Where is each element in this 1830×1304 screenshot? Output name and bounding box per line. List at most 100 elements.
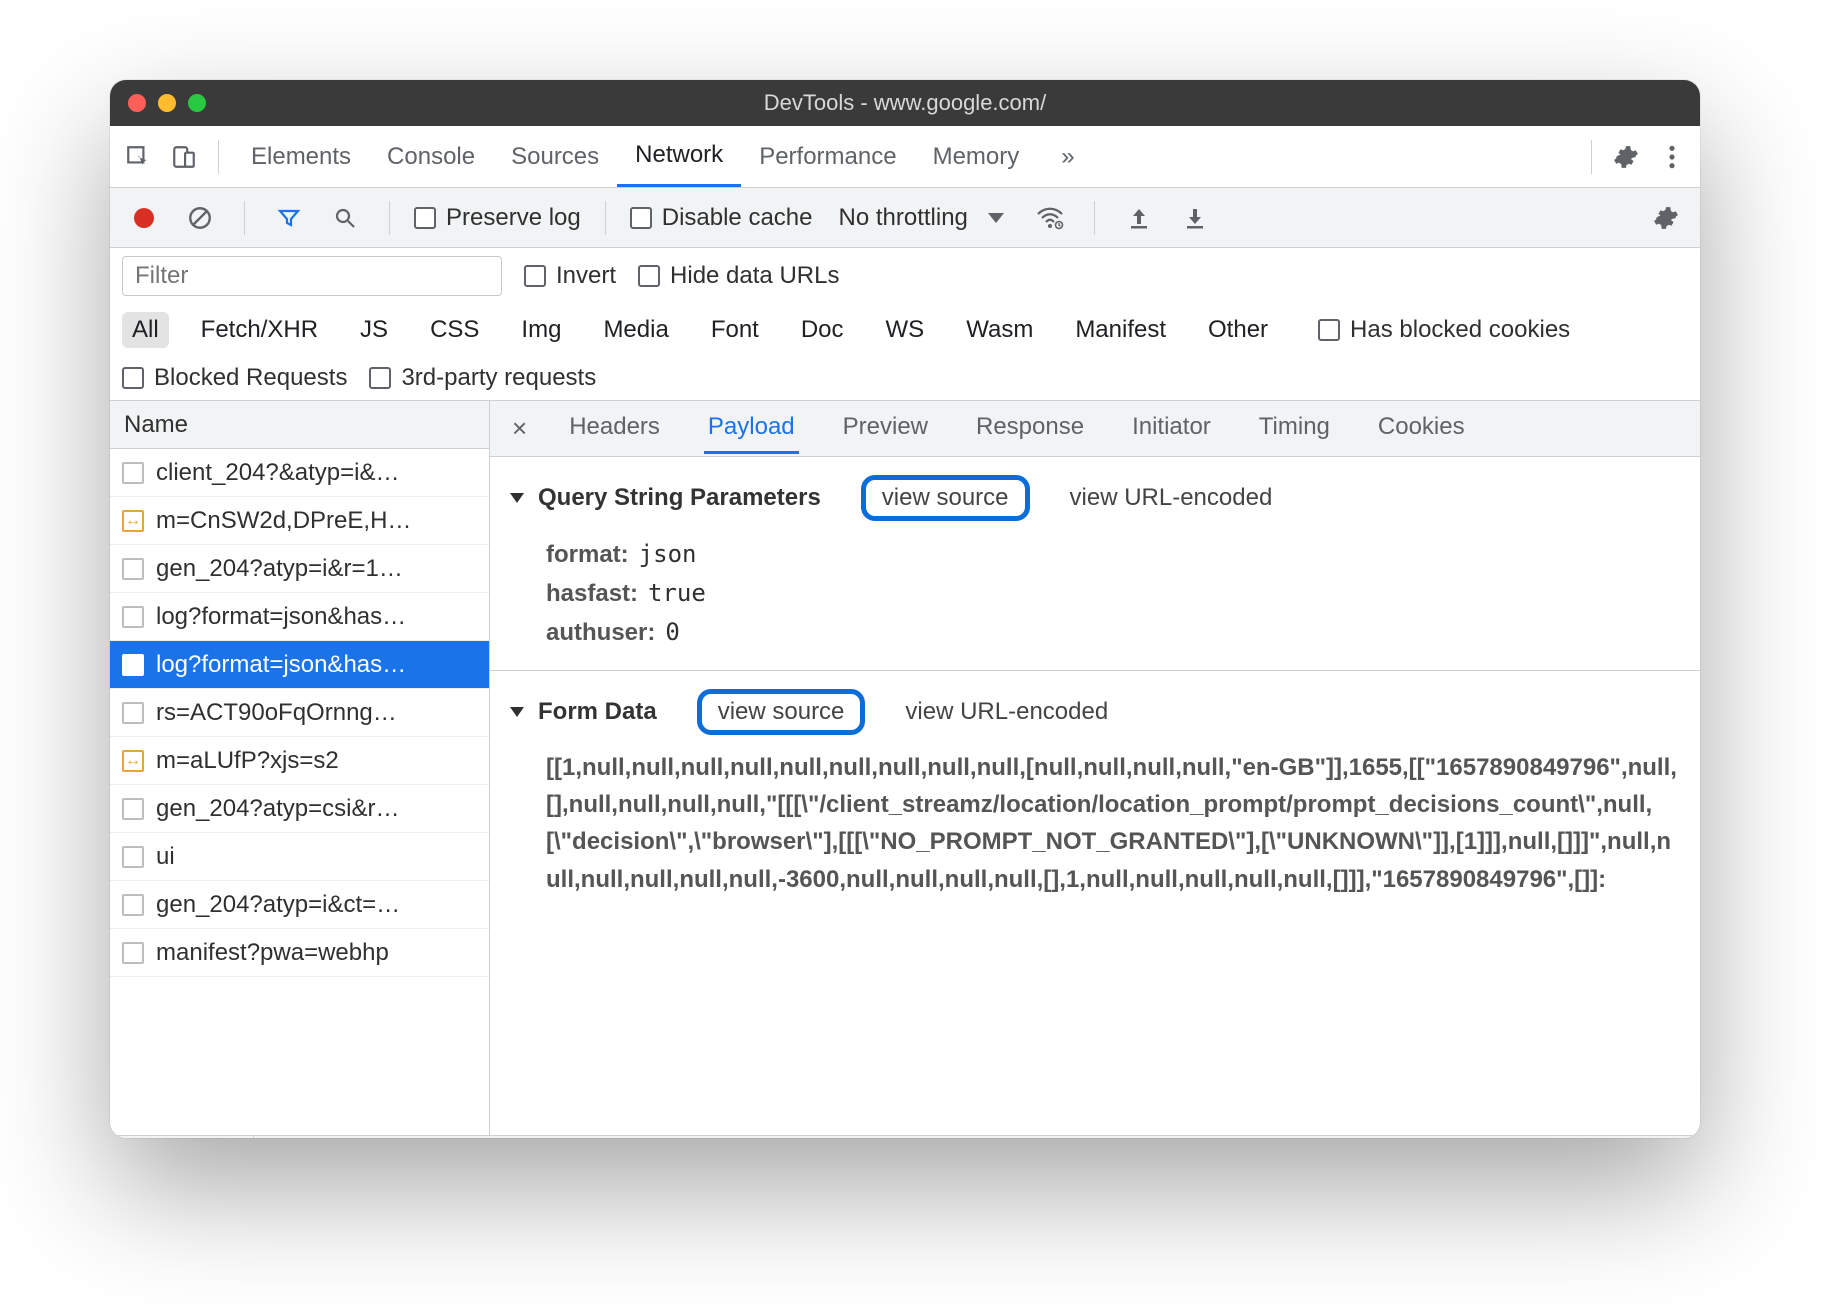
file-icon [122, 750, 144, 772]
network-settings-icon[interactable] [1646, 198, 1686, 238]
file-icon [122, 510, 144, 532]
request-row[interactable]: rs=ACT90oFqOrnng… [110, 689, 489, 737]
request-row[interactable]: log?format=json&has… [110, 641, 489, 689]
request-row[interactable]: gen_204?atyp=csi&r… [110, 785, 489, 833]
network-conditions-icon[interactable] [1030, 198, 1070, 238]
type-filter-all[interactable]: All [122, 312, 169, 348]
request-list: Name client_204?&atyp=i&… m=CnSW2d,DPreE,… [110, 401, 490, 1135]
hide-data-urls-label: Hide data URLs [670, 262, 839, 290]
device-toolbar-icon[interactable] [164, 137, 204, 177]
filter-input[interactable] [122, 256, 502, 296]
detail-tab-headers[interactable]: Headers [565, 403, 664, 454]
request-row[interactable]: ui [110, 833, 489, 881]
type-filter-font[interactable]: Font [701, 312, 769, 348]
more-tabs-button[interactable]: » [1043, 126, 1092, 187]
request-name: client_204?&atyp=i&… [156, 459, 400, 487]
record-button[interactable] [124, 198, 164, 238]
type-filter-img[interactable]: Img [511, 312, 571, 348]
zoom-window-button[interactable] [188, 94, 206, 112]
type-filter-ws[interactable]: WS [876, 312, 935, 348]
tab-network[interactable]: Network [617, 126, 741, 187]
close-detail-button[interactable]: × [504, 413, 535, 444]
has-blocked-cookies-checkbox[interactable]: Has blocked cookies [1318, 316, 1570, 344]
divider [490, 670, 1700, 671]
blocked-requests-checkbox[interactable]: Blocked Requests [122, 364, 347, 392]
request-row[interactable]: manifest?pwa=webhp [110, 929, 489, 977]
detail-tab-timing[interactable]: Timing [1255, 403, 1334, 454]
network-toolbar: Preserve log Disable cache No throttling [110, 188, 1700, 248]
window-controls [110, 94, 206, 112]
clear-button[interactable] [180, 198, 220, 238]
export-har-icon[interactable] [1175, 198, 1215, 238]
third-party-checkbox[interactable]: 3rd-party requests [369, 364, 596, 392]
tab-performance[interactable]: Performance [741, 126, 914, 187]
detail-tab-payload[interactable]: Payload [704, 403, 799, 454]
invert-checkbox[interactable]: Invert [524, 262, 616, 290]
request-row[interactable]: log?format=json&has… [110, 593, 489, 641]
devtools-window: DevTools - www.google.com/ ElementsConso… [110, 80, 1700, 1138]
filter-icon[interactable] [269, 198, 309, 238]
import-har-icon[interactable] [1119, 198, 1159, 238]
detail-tabs: × Headers Payload Preview Response Initiator… [490, 401, 1700, 457]
tab-memory[interactable]: Memory [915, 126, 1038, 187]
file-icon [122, 462, 144, 484]
type-filter-manifest[interactable]: Manifest [1065, 312, 1176, 348]
request-name: log?format=json&has… [156, 651, 406, 679]
type-filter-fetch-xhr[interactable]: Fetch/XHR [191, 312, 328, 348]
request-row[interactable]: gen_204?atyp=i&r=1… [110, 545, 489, 593]
detail-tab-response[interactable]: Response [972, 403, 1088, 454]
request-name: log?format=json&has… [156, 603, 406, 631]
request-name: gen_204?atyp=i&ct=… [156, 891, 400, 919]
separator [389, 201, 390, 235]
detail-tab-initiator[interactable]: Initiator [1128, 403, 1215, 454]
disable-cache-checkbox[interactable]: Disable cache [630, 204, 813, 232]
tab-elements[interactable]: Elements [233, 126, 369, 187]
inspect-element-icon[interactable] [118, 137, 158, 177]
request-name: m=CnSW2d,DPreE,H… [156, 507, 411, 535]
has-blocked-cookies-label: Has blocked cookies [1350, 316, 1570, 344]
request-row[interactable]: gen_204?atyp=i&ct=… [110, 881, 489, 929]
caret-down-icon[interactable] [510, 707, 524, 717]
caret-down-icon[interactable] [510, 493, 524, 503]
column-header-name[interactable]: Name [110, 401, 489, 449]
type-filter-wasm[interactable]: Wasm [956, 312, 1043, 348]
qsp-view-source-link[interactable]: view source [861, 475, 1030, 521]
throttling-select[interactable]: No throttling [828, 204, 1013, 232]
file-icon [122, 846, 144, 868]
form-view-source-link[interactable]: view source [697, 689, 866, 735]
param-key: hasfast: [546, 580, 638, 608]
type-filter-other[interactable]: Other [1198, 312, 1278, 348]
close-window-button[interactable] [128, 94, 146, 112]
request-row[interactable]: m=aLUfP?xjs=s2 [110, 737, 489, 785]
minimize-window-button[interactable] [158, 94, 176, 112]
kebab-menu-icon[interactable] [1652, 137, 1692, 177]
tab-console[interactable]: Console [369, 126, 493, 187]
request-name: rs=ACT90oFqOrnng… [156, 699, 397, 727]
tab-sources[interactable]: Sources [493, 126, 617, 187]
qsp-view-encoded-link[interactable]: view URL-encoded [1070, 484, 1273, 512]
preserve-log-checkbox[interactable]: Preserve log [414, 204, 581, 232]
preserve-log-label: Preserve log [446, 204, 581, 232]
type-filter-css[interactable]: CSS [420, 312, 489, 348]
status-bar: 30 requests 555 kB trans [110, 1135, 1700, 1138]
hide-data-urls-checkbox[interactable]: Hide data URLs [638, 262, 839, 290]
param-value: true [648, 579, 706, 607]
request-name: manifest?pwa=webhp [156, 939, 389, 967]
request-row[interactable]: m=CnSW2d,DPreE,H… [110, 497, 489, 545]
file-icon [122, 702, 144, 724]
detail-tab-preview[interactable]: Preview [839, 403, 932, 454]
request-detail: × Headers Payload Preview Response Initiator… [490, 401, 1700, 1135]
type-filter-doc[interactable]: Doc [791, 312, 854, 348]
search-icon[interactable] [325, 198, 365, 238]
request-row[interactable]: client_204?&atyp=i&… [110, 449, 489, 497]
status-transfer: 555 kB trans [254, 1136, 406, 1138]
qsp-param: authuser:0 [510, 613, 1680, 652]
type-filter-media[interactable]: Media [593, 312, 678, 348]
detail-tab-cookies[interactable]: Cookies [1374, 403, 1469, 454]
form-title: Form Data [538, 698, 657, 726]
type-filter-js[interactable]: JS [350, 312, 398, 348]
form-view-encoded-link[interactable]: view URL-encoded [905, 698, 1108, 726]
request-name: m=aLUfP?xjs=s2 [156, 747, 339, 775]
settings-icon[interactable] [1606, 137, 1646, 177]
file-icon [122, 798, 144, 820]
